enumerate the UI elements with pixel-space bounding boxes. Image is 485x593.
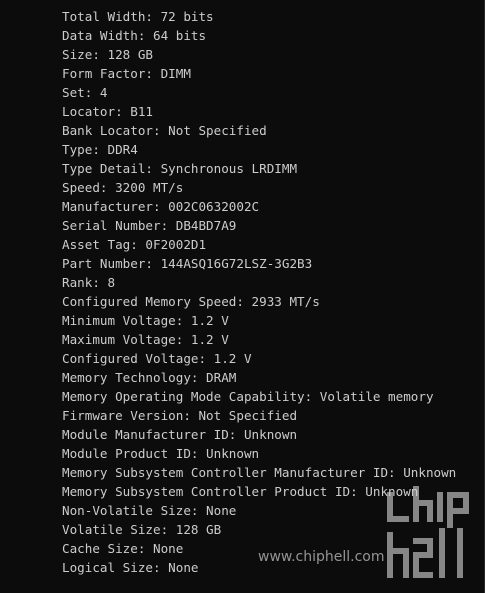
terminal-line-manufacturer: Manufacturer: 002C0632002C <box>62 199 260 214</box>
terminal-line-maximum-voltage: Maximum Voltage: 1.2 V <box>62 332 229 347</box>
terminal-line-firmware-version: Firmware Version: Not Specified <box>62 408 298 423</box>
terminal-line-configured-voltage: Configured Voltage: 1.2 V <box>62 351 252 366</box>
terminal-line-operating-mode-capability: Memory Operating Mode Capability: Volati… <box>62 389 434 404</box>
terminal-line-type-detail: Type Detail: Synchronous LRDIMM <box>62 161 298 176</box>
terminal-line-minimum-voltage: Minimum Voltage: 1.2 V <box>62 313 229 328</box>
terminal-line-non-volatile-size: Non-Volatile Size: None <box>62 503 237 518</box>
terminal-line-subsystem-controller-product-id: Memory Subsystem Controller Product ID: … <box>62 484 419 499</box>
terminal-line-serial-number: Serial Number: DB4BD7A9 <box>62 218 237 233</box>
terminal-line-subsystem-controller-manufacturer-id: Memory Subsystem Controller Manufacturer… <box>62 465 457 480</box>
terminal-line-type: Type: DDR4 <box>62 142 138 157</box>
terminal-line-cache-size: Cache Size: None <box>62 541 184 556</box>
terminal-window[interactable]: Total Width: 72 bits Data Width: 64 bits… <box>0 0 485 593</box>
terminal-line-volatile-size: Volatile Size: 128 GB <box>62 522 222 537</box>
terminal-line-memory-technology: Memory Technology: DRAM <box>62 370 237 385</box>
terminal-line-module-manufacturer-id: Module Manufacturer ID: Unknown <box>62 427 298 442</box>
terminal-line-module-product-id: Module Product ID: Unknown <box>62 446 260 461</box>
terminal-line-bank-locator: Bank Locator: Not Specified <box>62 123 267 138</box>
terminal-line-form-factor: Form Factor: DIMM <box>62 66 191 81</box>
terminal-line-locator: Locator: B11 <box>62 104 153 119</box>
terminal-line-speed: Speed: 3200 MT/s <box>62 180 184 195</box>
terminal-line-data-width: Data Width: 64 bits <box>62 28 207 43</box>
terminal-line-total-width: Total Width: 72 bits <box>62 9 214 24</box>
terminal-line-logical-size: Logical Size: None <box>62 560 199 575</box>
terminal-line-asset-tag: Asset Tag: 0F2002D1 <box>62 237 207 252</box>
terminal-line-part-number: Part Number: 144ASQ16G72LSZ-3G2B3 <box>62 256 313 271</box>
terminal-output: Total Width: 72 bits Data Width: 64 bits… <box>62 7 456 577</box>
terminal-line-size: Size: 128 GB <box>62 47 153 62</box>
terminal-line-configured-memory-speed: Configured Memory Speed: 2933 MT/s <box>62 294 320 309</box>
terminal-line-set: Set: 4 <box>62 85 108 100</box>
terminal-line-rank: Rank: 8 <box>62 275 116 290</box>
